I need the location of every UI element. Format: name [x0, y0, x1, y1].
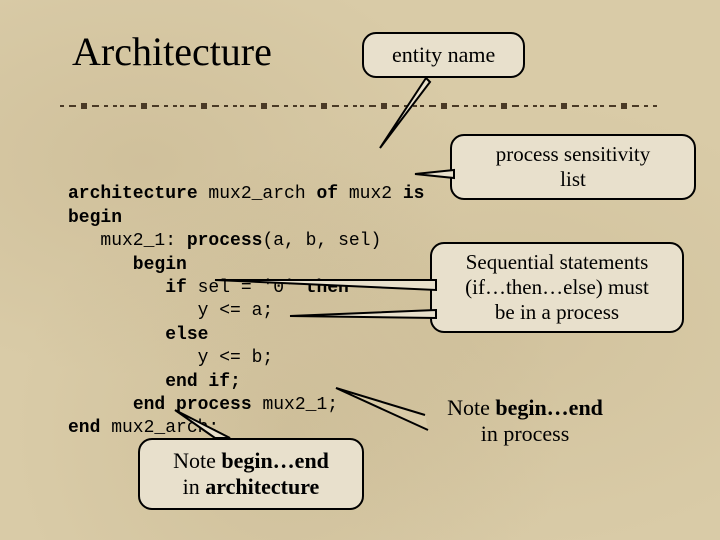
- slide-title: Architecture: [72, 28, 272, 75]
- callout-sensitivity-list: process sensitivitylist: [450, 134, 696, 200]
- callout-entity-name: entity name: [362, 32, 525, 78]
- callout-note-begin-end-process: Note begin…end in process: [420, 395, 630, 447]
- code-block: architecture mux2_arch of mux2 is begin …: [68, 160, 424, 441]
- divider-line: [60, 100, 660, 112]
- callout-note-begin-end-architecture: Note begin…end in architecture: [138, 438, 364, 510]
- callout-sequential-statements: Sequential statements(if…then…else) must…: [430, 242, 684, 333]
